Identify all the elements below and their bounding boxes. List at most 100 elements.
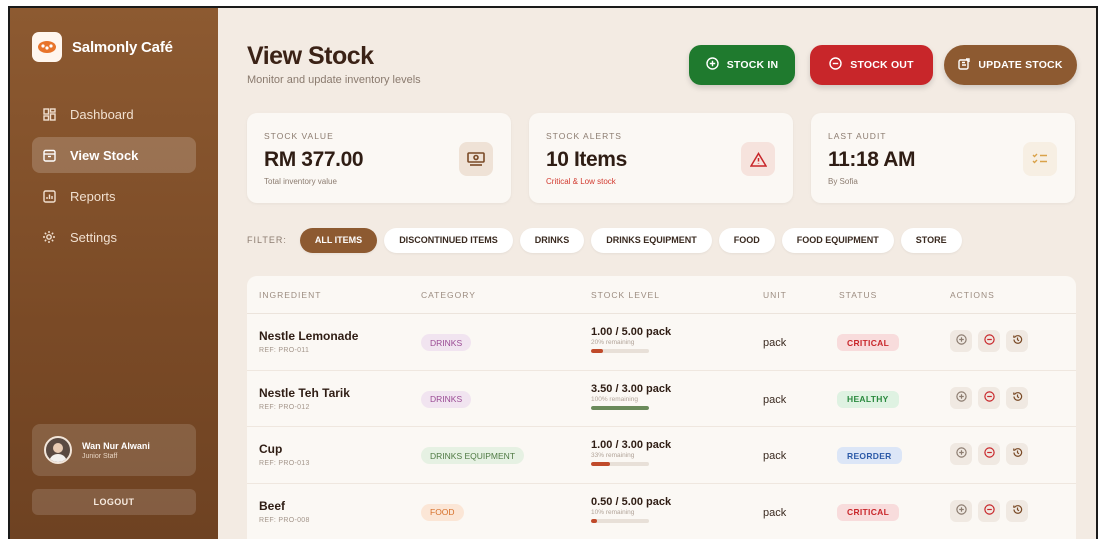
filter-chip-food[interactable]: FOOD: [718, 227, 775, 253]
plus-circle-icon: [955, 389, 967, 407]
stock-table: INGREDIENT CATEGORY STOCK LEVEL UNIT STA…: [247, 276, 1076, 539]
stock-in-button[interactable]: STOCK IN: [689, 45, 795, 85]
table-header: INGREDIENT CATEGORY STOCK LEVEL UNIT STA…: [247, 276, 1076, 314]
gear-icon: [42, 230, 56, 244]
remove-stock-button[interactable]: [978, 386, 1000, 409]
history-icon: [1012, 445, 1023, 463]
column-header-stock-level: STOCK LEVEL: [591, 290, 660, 300]
sidebar-item-view-stock[interactable]: View Stock: [32, 137, 196, 173]
filter-bar: FILTER: ALL ITEMS DISCONTINUED ITEMS DRI…: [247, 227, 962, 253]
ingredient-ref: REF: PRO-013: [259, 460, 310, 467]
user-card[interactable]: Wan Nur Alwani Junior Staff: [32, 424, 196, 476]
history-button[interactable]: [1006, 499, 1028, 522]
box-icon: [42, 148, 56, 162]
filter-chip-drinks[interactable]: DRINKS: [519, 227, 585, 253]
card-value: 10 Items: [546, 148, 627, 171]
category-badge: DRINKS: [421, 390, 472, 408]
filter-chip-all-items[interactable]: ALL ITEMS: [299, 227, 378, 253]
row-actions: [950, 443, 1028, 465]
card-sub: Critical & Low stock: [546, 177, 616, 186]
table-row[interactable]: Cup REF: PRO-013 DRINKS EQUIPMENT 1.00 /…: [247, 427, 1076, 484]
unit: pack: [763, 337, 787, 349]
add-stock-button[interactable]: [950, 386, 972, 409]
category-badge: DRINKS: [421, 334, 472, 351]
stock-level-text: 3.50 / 3.00 pack: [591, 382, 672, 395]
add-stock-button[interactable]: [950, 499, 972, 522]
filter-chip-store[interactable]: STORE: [900, 227, 962, 253]
stock-level-text: 1.00 / 3.00 pack: [591, 439, 672, 451]
money-icon: [459, 142, 493, 176]
history-button[interactable]: [1006, 443, 1028, 465]
stock-value-card: STOCK VALUE RM 377.00 Total inventory va…: [247, 113, 511, 203]
filter-chip-food-equipment[interactable]: FOOD EQUIPMENT: [781, 227, 894, 253]
stock-progress-fill: [591, 462, 611, 466]
ingredient-name: Cup: [259, 442, 283, 456]
filter-chip-discontinued-items[interactable]: DISCONTINUED ITEMS: [384, 227, 513, 253]
minus-circle-icon: [983, 389, 995, 407]
ingredient-ref: REF: PRO-008: [259, 516, 310, 524]
category-badge: FOOD: [421, 503, 464, 521]
filter-chip-drinks-equipment[interactable]: DRINKS EQUIPMENT: [591, 227, 712, 253]
ingredient-name: Beef: [259, 498, 286, 513]
chart-icon: [42, 189, 56, 203]
history-icon: [1012, 389, 1023, 407]
sidebar-item-settings[interactable]: Settings: [32, 219, 196, 255]
card-value: 11:18 AM: [828, 148, 916, 171]
sidebar-item-label: Settings: [70, 229, 117, 245]
brand[interactable]: Salmonly Café: [32, 32, 173, 62]
stock-progress-bar: [591, 349, 649, 353]
ingredient-name: Nestle Teh Tarik: [259, 385, 350, 400]
category-badge: DRINKS EQUIPMENT: [421, 447, 525, 464]
table-row[interactable]: Beef REF: PRO-008 FOOD 0.50 / 5.00 pack …: [247, 484, 1076, 539]
minus-circle-icon: [983, 445, 995, 463]
remove-stock-button[interactable]: [978, 443, 1000, 465]
sidebar-item-reports[interactable]: Reports: [32, 178, 196, 214]
remove-stock-button[interactable]: [978, 499, 1000, 522]
add-stock-button[interactable]: [950, 443, 972, 465]
status-badge: REORDER: [837, 447, 902, 464]
sidebar-item-label: Reports: [70, 188, 116, 204]
remove-stock-button[interactable]: [978, 330, 1000, 352]
sidebar-item-dashboard[interactable]: Dashboard: [32, 96, 196, 132]
app-window: Salmonly Café Dashboard View Stock Repor…: [8, 6, 1098, 539]
card-sub: By Sofia: [828, 177, 858, 186]
add-stock-button[interactable]: [950, 330, 972, 352]
stock-alerts-card: STOCK ALERTS 10 Items Critical & Low sto…: [529, 113, 793, 203]
sidebar: Salmonly Café Dashboard View Stock Repor…: [10, 8, 218, 539]
stock-out-button[interactable]: STOCK OUT: [810, 45, 933, 85]
row-actions: [950, 499, 1028, 522]
filter-label: FILTER:: [247, 235, 287, 245]
table-row[interactable]: Nestle Teh Tarik REF: PRO-012 DRINKS 3.5…: [247, 371, 1076, 427]
update-stock-button[interactable]: UPDATE STOCK: [944, 45, 1077, 85]
stock-progress-bar: [591, 462, 649, 466]
checklist-icon: [1023, 142, 1057, 176]
minus-circle-icon: [983, 502, 995, 520]
sidebar-nav: Dashboard View Stock Reports Settings: [32, 96, 196, 260]
history-icon: [1012, 332, 1023, 350]
history-button[interactable]: [1006, 386, 1028, 409]
card-label: LAST AUDIT: [828, 131, 887, 141]
plus-circle-icon: [955, 332, 967, 350]
history-button[interactable]: [1006, 330, 1028, 352]
last-audit-card: LAST AUDIT 11:18 AM By Sofia: [811, 113, 1075, 203]
stock-progress-fill: [591, 405, 649, 410]
stock-progress-bar: [591, 405, 649, 410]
card-sub: Total inventory value: [264, 177, 337, 186]
page-title: View Stock: [247, 42, 374, 70]
card-label: STOCK VALUE: [264, 131, 334, 141]
stock-level: 0.50 / 5.00 pack 10% remaining: [591, 496, 701, 523]
row-actions: [950, 330, 1028, 352]
stock-remaining: 20% remaining: [591, 339, 635, 346]
minus-circle-icon: [829, 57, 842, 73]
column-header-actions: ACTIONS: [950, 290, 995, 300]
logout-button[interactable]: LOGOUT: [32, 489, 196, 515]
row-actions: [950, 386, 1028, 409]
column-header-unit: UNIT: [763, 290, 787, 300]
history-icon: [1012, 502, 1023, 520]
edit-box-icon: [958, 57, 971, 73]
user-role: Junior Staff: [82, 452, 118, 460]
unit: pack: [763, 450, 787, 462]
status-badge: CRITICAL: [837, 503, 900, 521]
stock-out-label: STOCK OUT: [850, 59, 914, 71]
table-row[interactable]: Nestle Lemonade REF: PRO-011 DRINKS 1.00…: [247, 314, 1076, 371]
